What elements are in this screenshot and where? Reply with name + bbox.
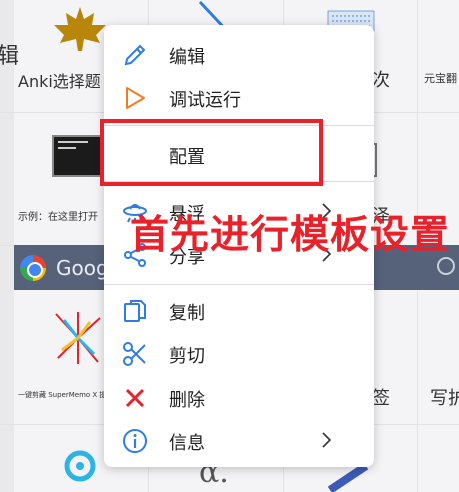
left-panel-strip [0,0,14,492]
menu-item-label: 删除 [169,390,205,411]
maple-leaf-icon [54,7,106,51]
menu-item-label: 剪切 [169,346,205,367]
highlight-box [100,119,323,186]
google-bar-text: Goog [56,256,109,280]
terminal-icon [52,135,102,177]
pencil-icon [124,44,146,66]
chrome-icon [20,255,46,281]
menu-item-cut[interactable]: 剪切 [104,333,374,373]
tile-label: 签 [372,388,390,409]
menu-item-label: 编辑 [169,47,205,68]
chevron-right-icon [322,432,332,448]
play-icon [126,87,145,109]
tile-label: 元宝翻 [424,72,457,85]
menu-item-label: 调试运行 [169,90,241,111]
app-o-icon [64,450,96,482]
menu-item-label: 复制 [169,303,205,324]
copy-icon [124,300,146,322]
tile-label-anki: Anki选择题 [18,72,101,91]
info-icon [123,429,147,453]
tile-label-supermemo: 一键剪藏 SuperMemo X 提炼 [18,391,114,399]
tile-label-clip: 辑 [0,44,20,69]
annotation-text: 首先进行模板设置 [130,213,451,258]
menu-item-delete[interactable]: 删除 [104,377,374,417]
tile-label: 写护 [430,388,459,409]
menu-item-debug-run[interactable]: 调试运行 [104,77,374,117]
tile-label: 次 [372,70,390,91]
menu-item-edit[interactable]: 编辑 [104,34,374,74]
menu-item-copy[interactable]: 复制 [104,290,374,330]
menu-separator [104,284,374,285]
menu-item-info[interactable]: 信息 [104,420,374,460]
scissors-icon [123,342,146,366]
menu-item-label: 信息 [169,433,205,454]
supermemo-icon [55,312,101,364]
tile-label-example: 示例：在这里打开 [18,212,98,223]
delete-x-icon [125,388,145,408]
